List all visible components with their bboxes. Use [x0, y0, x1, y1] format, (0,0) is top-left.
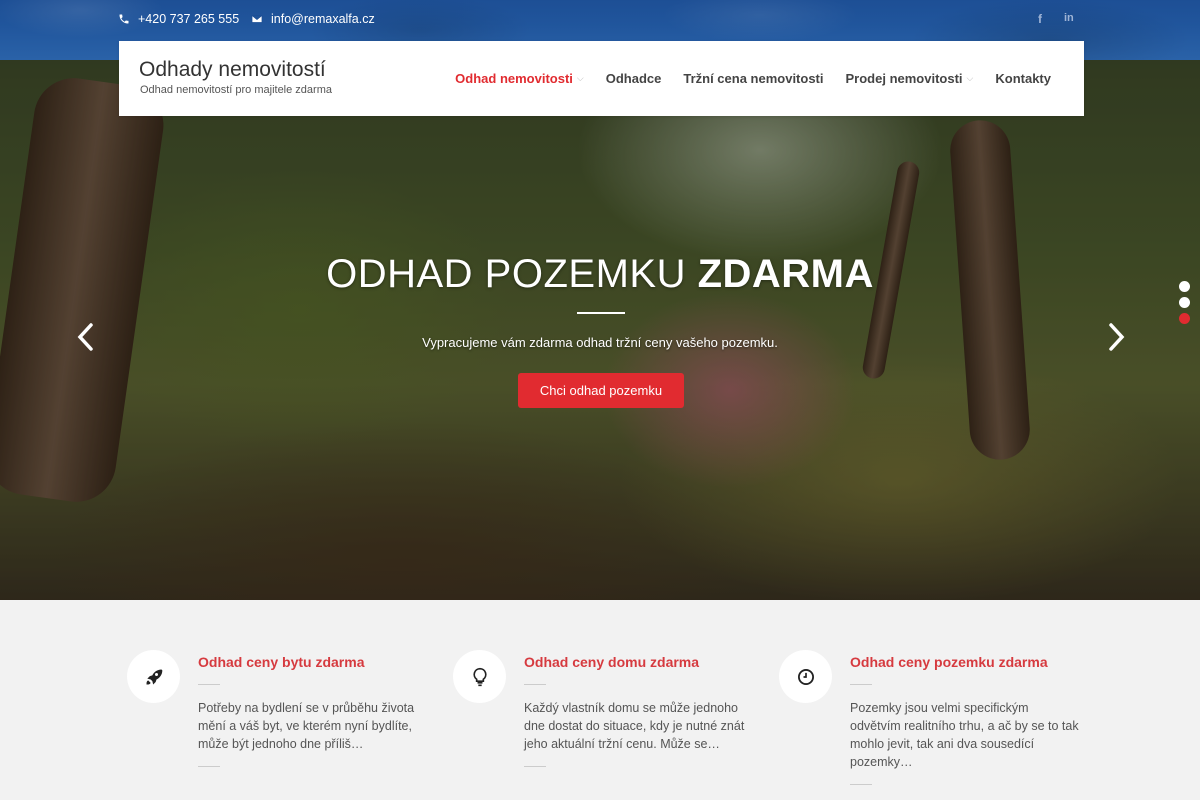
- feature-divider: [850, 684, 872, 685]
- slider-dot-1[interactable]: [1179, 281, 1190, 292]
- feature-divider: [198, 766, 220, 767]
- slider-dot-2[interactable]: [1179, 297, 1190, 308]
- feature-divider: [850, 784, 872, 785]
- feature-icon-circle: [127, 650, 180, 703]
- feature-icon-circle: [453, 650, 506, 703]
- nav-item-label[interactable]: Tržní cena nemovitosti: [683, 71, 823, 86]
- feature-divider: [524, 766, 546, 767]
- site-title[interactable]: Odhady nemovitostí: [139, 58, 326, 82]
- feature-text: Potřeby na bydlení se v průběhu života m…: [198, 701, 415, 751]
- hero-title: ODHAD POZEMKU ZDARMA: [0, 252, 1200, 297]
- site-header: Odhady nemovitostí Odhad nemovitostí pro…: [119, 41, 1084, 116]
- slider-next-button[interactable]: [1104, 322, 1128, 352]
- nav-item-label[interactable]: Prodej nemovitosti: [846, 71, 963, 86]
- site-subtitle: Odhad nemovitostí pro majitele zdarma: [140, 84, 332, 96]
- nav-item-label[interactable]: Odhadce: [606, 71, 662, 86]
- feature-divider: [524, 684, 546, 685]
- feature-text: Každý vlastník domu se může jednoho dne …: [524, 701, 745, 751]
- nav-item-label[interactable]: Kontakty: [995, 71, 1051, 86]
- feature-text: Pozemky jsou velmi specifickým odvětvím …: [850, 701, 1079, 769]
- email-contact[interactable]: info@remaxalfa.cz: [251, 12, 375, 26]
- nav-item-label[interactable]: Odhad nemovitosti: [455, 71, 573, 86]
- hero-overlay: [0, 60, 1200, 600]
- hero-slider: ODHAD POZEMKU ZDARMA Vypracujeme vám zda…: [0, 60, 1200, 600]
- phone-contact[interactable]: +420 737 265 555: [118, 12, 239, 26]
- slider-dot-3[interactable]: [1179, 313, 1190, 324]
- phone-text[interactable]: +420 737 265 555: [138, 12, 239, 26]
- hero-title-bold: ZDARMA: [697, 252, 874, 296]
- hero-cta-button[interactable]: Chci odhad pozemku: [518, 373, 684, 408]
- linkedin-icon[interactable]: in: [1064, 12, 1074, 24]
- clock-icon: [797, 668, 814, 685]
- facebook-icon[interactable]: f: [1038, 12, 1042, 26]
- lightbulb-icon: [472, 667, 487, 686]
- features-section: Odhad ceny bytu zdarma Potřeby na bydlen…: [0, 600, 1200, 800]
- feature-title[interactable]: Odhad ceny pozemku zdarma: [850, 654, 1048, 670]
- chevron-down-icon: ⌵: [966, 73, 974, 83]
- nav-item-odhadce[interactable]: Odhadce: [606, 71, 662, 86]
- envelope-icon: [251, 15, 263, 23]
- nav-item-kontakty[interactable]: Kontakty: [995, 71, 1051, 86]
- chevron-down-icon: ⌵: [576, 73, 584, 83]
- chevron-left-icon: [77, 323, 93, 351]
- phone-icon: [119, 14, 129, 24]
- hero-title-light: ODHAD POZEMKU: [326, 252, 686, 296]
- nav-item-odhad-nemovitosti[interactable]: Odhad nemovitosti ⌵: [455, 71, 584, 86]
- feature-title[interactable]: Odhad ceny bytu zdarma: [198, 654, 364, 670]
- main-nav: Odhad nemovitosti ⌵ Odhadce Tržní cena n…: [455, 71, 1051, 86]
- nav-item-prodej-nemovitosti[interactable]: Prodej nemovitosti ⌵: [846, 71, 974, 86]
- slider-pagination: [1179, 281, 1190, 324]
- hero-divider: [577, 312, 625, 314]
- feature-icon-circle: [779, 650, 832, 703]
- chevron-right-icon: [1109, 323, 1125, 351]
- nav-item-trzni-cena[interactable]: Tržní cena nemovitosti: [683, 71, 823, 86]
- slider-prev-button[interactable]: [74, 322, 98, 352]
- feature-title[interactable]: Odhad ceny domu zdarma: [524, 654, 699, 670]
- feature-divider: [198, 684, 220, 685]
- rocket-icon: [146, 669, 162, 684]
- hero-text: Vypracujeme vám zdarma odhad tržní ceny …: [422, 335, 778, 350]
- email-text[interactable]: info@remaxalfa.cz: [271, 12, 375, 26]
